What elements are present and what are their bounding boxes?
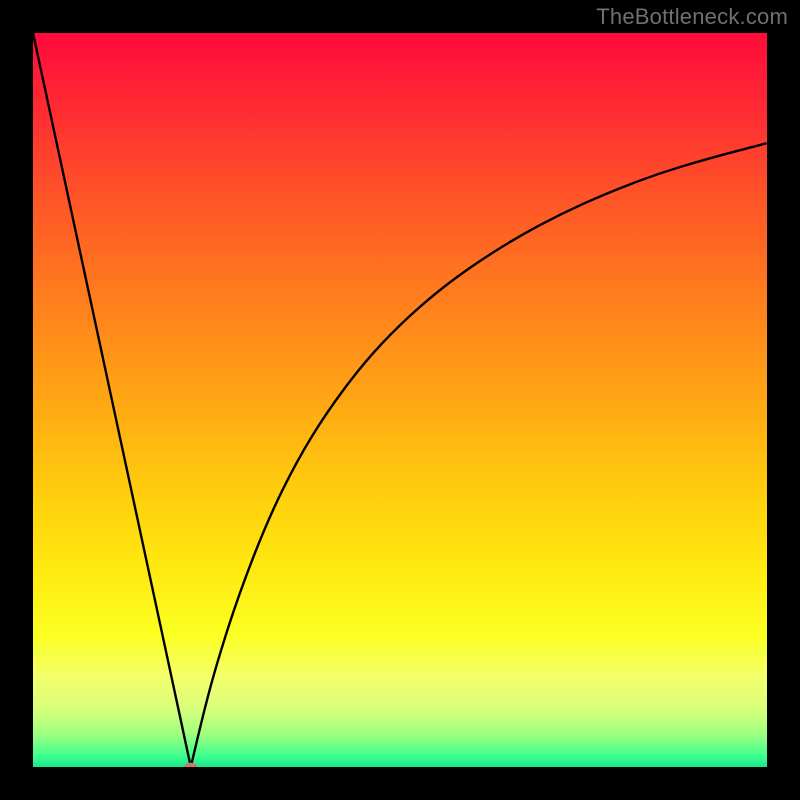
plot-area xyxy=(33,33,767,767)
outer-frame: TheBottleneck.com xyxy=(0,0,800,800)
gradient-background xyxy=(33,33,767,767)
chart-canvas xyxy=(33,33,767,767)
watermark-text: TheBottleneck.com xyxy=(596,4,788,30)
